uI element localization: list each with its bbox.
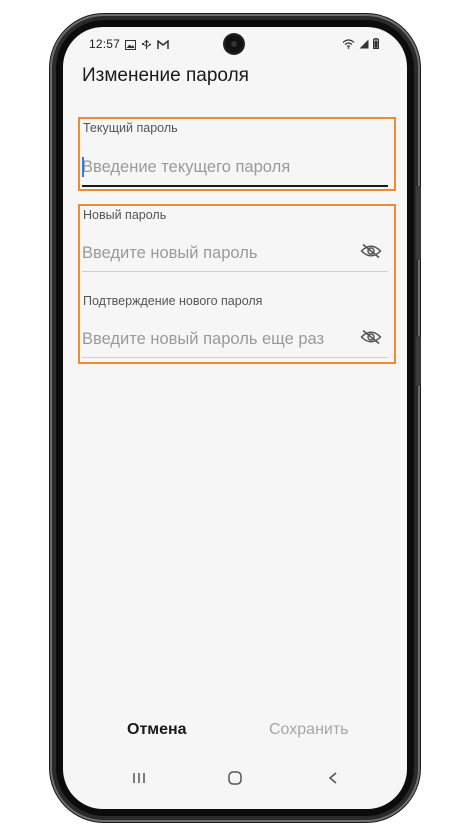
screenshot-stage: 12:57 Изменение пароля Текущий пароль Но… <box>0 0 474 834</box>
confirm-password-label: Подтверждение нового пароля <box>83 294 263 308</box>
cancel-button[interactable]: Отмена <box>127 721 187 739</box>
save-button[interactable]: Сохранить <box>269 721 349 739</box>
wifi-icon <box>342 38 355 52</box>
new-password-input[interactable] <box>82 238 352 268</box>
status-left: 12:57 <box>89 37 169 51</box>
new-password-label: Новый пароль <box>83 208 167 222</box>
gallery-icon <box>125 39 137 50</box>
current-password-label: Текущий пароль <box>83 121 178 135</box>
status-right <box>342 38 379 52</box>
confirm-password-input[interactable] <box>82 324 352 354</box>
volume-button <box>416 186 421 260</box>
phone-screen: 12:57 Изменение пароля Текущий пароль Но… <box>63 27 407 809</box>
new-password-visibility-toggle[interactable] <box>359 241 383 265</box>
confirm-password-underline <box>82 357 388 358</box>
page-title: Изменение пароля <box>82 65 249 86</box>
home-icon <box>227 770 243 791</box>
status-time: 12:57 <box>89 37 121 51</box>
gmail-icon <box>157 39 169 49</box>
navigation-bar <box>63 765 407 795</box>
signal-icon <box>359 38 369 52</box>
eye-off-icon <box>360 243 382 264</box>
confirm-password-visibility-toggle[interactable] <box>359 327 383 351</box>
usb-icon <box>141 39 152 49</box>
new-password-underline <box>82 271 388 272</box>
current-password-underline <box>82 185 388 187</box>
home-button[interactable] <box>223 769 247 791</box>
power-button <box>416 336 421 386</box>
back-icon <box>327 771 339 790</box>
eye-off-icon <box>360 329 382 350</box>
back-button[interactable] <box>321 769 345 791</box>
battery-icon <box>373 38 379 52</box>
recents-icon <box>132 771 146 790</box>
current-password-input[interactable] <box>82 152 388 182</box>
text-cursor <box>82 157 84 177</box>
recents-button[interactable] <box>127 769 151 791</box>
front-camera <box>225 35 243 53</box>
